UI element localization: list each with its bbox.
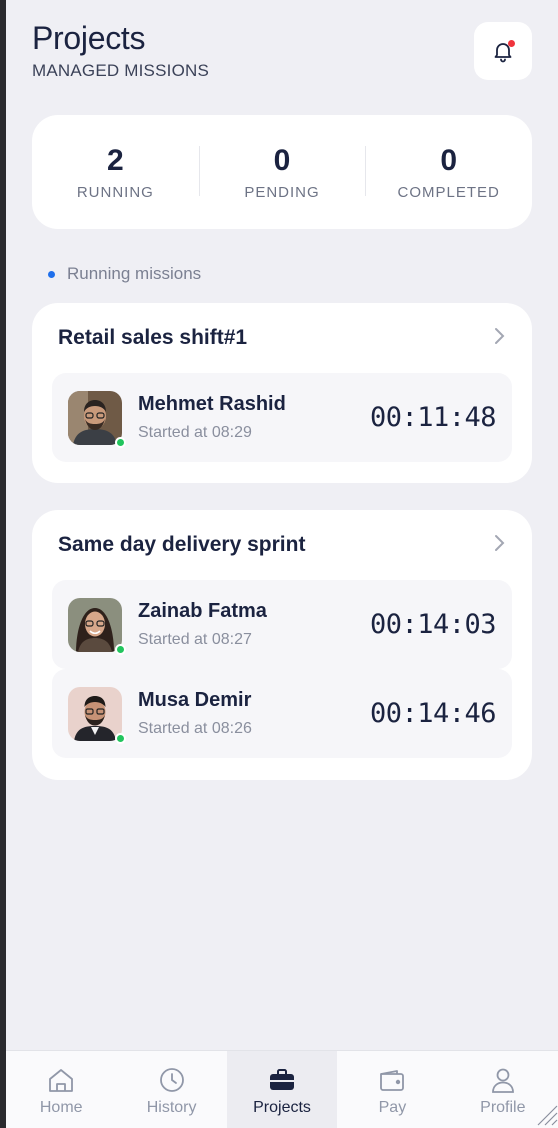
- bottom-tab-bar: Home History Projects Pay Profile: [6, 1050, 558, 1128]
- briefcase-icon: [270, 1069, 295, 1090]
- stat-running-label: RUNNING: [76, 183, 154, 201]
- stat-pending-label: PENDING: [244, 183, 320, 201]
- mission-header[interactable]: Same day delivery sprint: [32, 510, 532, 580]
- elapsed-timer: 00:11:48: [369, 402, 497, 433]
- stat-completed-value: 0: [440, 143, 458, 177]
- worker-start-time: Started at 08:27: [138, 631, 252, 648]
- section-label: Running missions: [67, 264, 202, 283]
- tab-label: Profile: [480, 1099, 526, 1116]
- online-indicator: [115, 643, 126, 655]
- worker-info: Zainab Fatma Started at 08:27: [138, 600, 370, 649]
- tab-label: Pay: [378, 1099, 407, 1116]
- worker-info: Musa Demir Started at 08:26: [138, 689, 370, 738]
- elapsed-timer: 00:14:46: [369, 698, 497, 729]
- worker-start-time: Started at 08:29: [138, 424, 252, 441]
- worker-name: Musa Demir: [138, 689, 252, 711]
- worker-row[interactable]: Mehmet Rashid Started at 08:29 00:11:48: [52, 373, 512, 462]
- tab-pay[interactable]: Pay: [337, 1051, 447, 1128]
- avatar: [68, 390, 126, 448]
- page-subtitle: MANAGED MISSIONS: [32, 61, 210, 80]
- tab-label: Home: [39, 1099, 83, 1116]
- wallet-icon: [380, 1070, 405, 1091]
- worker-name: Mehmet Rashid: [138, 393, 286, 415]
- mission-card: Retail sales shift#1 Mehmet Rashid Start…: [32, 303, 532, 483]
- mission-stats-card: 2 RUNNING 0 PENDING 0 COMPLETED: [32, 115, 532, 229]
- app-screen: Projects MANAGED MISSIONS 2 RUNNING 0 PE…: [6, 0, 558, 1128]
- elapsed-timer: 00:14:03: [369, 609, 497, 640]
- worker-row[interactable]: Musa Demir Started at 08:26 00:14:46: [52, 669, 512, 758]
- notification-dot: [508, 40, 515, 47]
- stat-completed: 0 COMPLETED: [365, 144, 532, 201]
- mission-card: Same day delivery sprint Zainab Fatma St…: [32, 510, 532, 780]
- stat-running: 2 RUNNING: [32, 144, 199, 201]
- page-title: Projects: [32, 20, 146, 56]
- notifications-button[interactable]: [474, 22, 532, 80]
- running-missions-heading: Running missions: [48, 264, 201, 284]
- avatar: [68, 597, 126, 655]
- page-header: Projects MANAGED MISSIONS: [32, 20, 209, 81]
- online-indicator: [115, 436, 126, 448]
- mission-title: Retail sales shift#1: [58, 326, 248, 349]
- chevron-right-icon: [492, 532, 506, 558]
- worker-start-time: Started at 08:26: [138, 720, 252, 737]
- resize-grip-icon[interactable]: [536, 1104, 558, 1126]
- tab-home[interactable]: Home: [6, 1051, 116, 1128]
- tab-history[interactable]: History: [116, 1051, 226, 1128]
- home-icon: [49, 1069, 74, 1092]
- stat-pending: 0 PENDING: [198, 143, 366, 201]
- chevron-right-icon: [492, 325, 506, 351]
- stat-pending-value: 0: [273, 143, 291, 177]
- worker-row[interactable]: Zainab Fatma Started at 08:27 00:14:03: [52, 580, 512, 669]
- clock-icon: [159, 1068, 184, 1092]
- stat-completed-label: COMPLETED: [397, 183, 500, 201]
- user-icon: [491, 1068, 514, 1093]
- online-indicator: [115, 732, 126, 744]
- mission-title: Same day delivery sprint: [58, 533, 306, 556]
- avatar: [68, 686, 126, 744]
- tab-label: History: [146, 1099, 197, 1116]
- worker-name: Zainab Fatma: [138, 600, 267, 622]
- mission-header[interactable]: Retail sales shift#1: [32, 303, 532, 373]
- worker-info: Mehmet Rashid Started at 08:29: [138, 393, 370, 442]
- status-dot: [48, 270, 55, 278]
- tab-label: Projects: [253, 1099, 311, 1116]
- tab-projects[interactable]: Projects: [226, 1051, 338, 1128]
- stat-running-value: 2: [106, 143, 124, 177]
